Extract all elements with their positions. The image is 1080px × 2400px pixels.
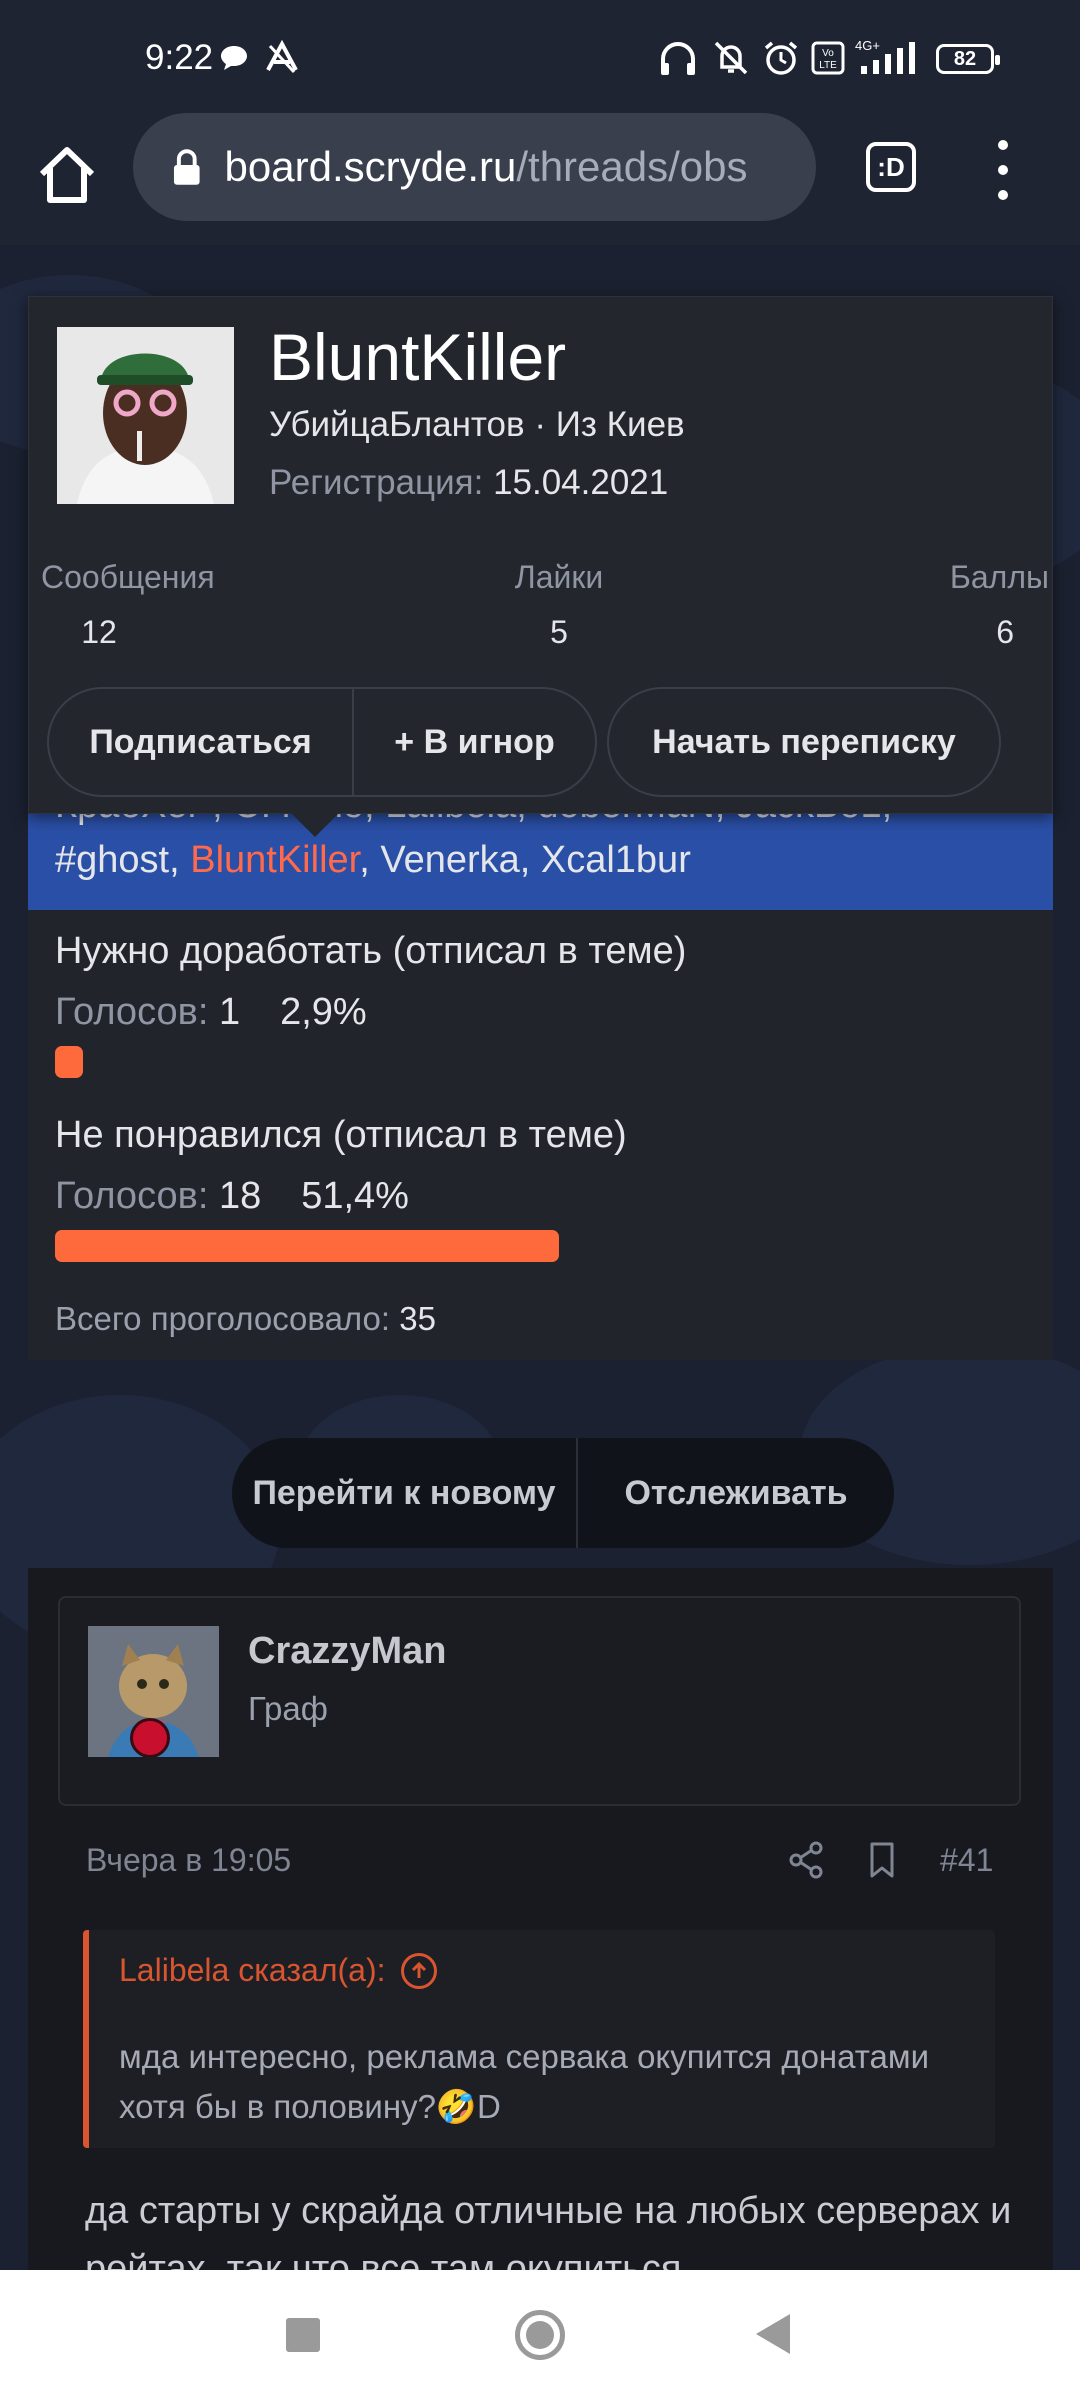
follow-ignore-group: Подписаться + В игнор <box>47 687 597 797</box>
votes-label: Голосов: <box>55 991 209 1033</box>
recents-button[interactable] <box>286 2318 320 2352</box>
thread-actions: Перейти к новому Отслеживать <box>232 1438 894 1548</box>
poll-option-votes: Голосов: 1 2,9% <box>55 991 1035 1034</box>
stat-likes[interactable]: Лайки 5 <box>499 559 619 651</box>
share-icon[interactable] <box>786 1840 826 1880</box>
tab-switcher-button[interactable]: :D <box>866 142 916 192</box>
voters-line: #ghost, BluntKiller, Venerka, Xcal1bur <box>55 839 691 882</box>
back-button[interactable] <box>756 2314 790 2354</box>
url-host: board.scryde.ru <box>224 143 517 190</box>
poll-option-label: Нужно доработать (отписал в теме) <box>55 930 687 972</box>
voters-suffix[interactable]: , Venerka, Xcal1bur <box>359 839 691 881</box>
chat-bubble-icon <box>218 38 250 78</box>
post-user-block: CrazzyMan Граф <box>58 1596 1021 1806</box>
lock-icon <box>173 149 200 185</box>
poll-option-bar <box>55 1230 559 1262</box>
arrow-up-circle-icon[interactable] <box>401 1952 438 1989</box>
svg-text:Vo: Vo <box>822 48 834 59</box>
go-to-new-button[interactable]: Перейти к новому <box>232 1438 578 1548</box>
online-badge <box>130 1718 170 1757</box>
profile-name[interactable]: BluntKiller <box>269 319 566 395</box>
post-avatar[interactable] <box>88 1626 219 1757</box>
registration-label: Регистрация: <box>269 463 484 502</box>
battery-indicator: 82 <box>936 44 1000 74</box>
browser-toolbar: board.scryde.ru/threads/obs :D <box>0 110 1080 245</box>
profile-registration: Регистрация: 15.04.2021 <box>269 463 668 503</box>
quote-author-label: Lalibela сказал(а): <box>119 1952 386 1988</box>
quote-text: мда интересно, реклама сервака окупится … <box>119 2038 929 2125</box>
bookmark-icon[interactable] <box>862 1840 902 1880</box>
network-type-label: 4G+ <box>855 38 880 53</box>
url-path: /threads/obs <box>516 143 748 190</box>
home-button[interactable] <box>32 140 102 210</box>
more-menu-icon[interactable] <box>985 140 1021 200</box>
home-icon <box>39 147 95 203</box>
poll-option-label: Не понравился (отписал в теме) <box>55 1114 627 1156</box>
post: CrazzyMan Граф Вчера в 19:05 #41 Lalibel… <box>28 1568 1053 2290</box>
post-number[interactable]: #41 <box>940 1842 993 1879</box>
post-date[interactable]: Вчера в 19:05 <box>86 1842 291 1879</box>
votes-count: 18 <box>218 1175 262 1217</box>
stat-label: Баллы <box>949 559 1049 595</box>
url-text: board.scryde.ru/threads/obs <box>225 143 816 191</box>
poll-voters-list: КрабХег , CI natio, Lalibela, doberMaN, … <box>28 806 1053 910</box>
member-tooltip: BluntKiller УбийцаБлантов · Из Киев Реги… <box>28 296 1053 837</box>
app-notification-icon <box>262 38 302 78</box>
home-nav-button[interactable] <box>515 2310 565 2360</box>
stat-value: 5 <box>550 614 568 650</box>
profile-title: УбийцаБлантов · Из Киев <box>269 405 685 444</box>
stat-messages[interactable]: Сообщения 12 <box>41 559 215 651</box>
signal-icon: 4G+ <box>852 38 924 78</box>
stat-value: 12 <box>81 614 117 650</box>
svg-text:LTE: LTE <box>819 60 837 71</box>
subscribe-button[interactable]: Подписаться <box>49 689 354 795</box>
alarm-icon <box>760 38 802 78</box>
registration-date: 15.04.2021 <box>493 463 669 502</box>
url-bar[interactable]: board.scryde.ru/threads/obs <box>133 113 816 221</box>
volte-icon: Vo LTE <box>808 38 848 78</box>
bell-muted-icon <box>710 38 752 78</box>
quote-author[interactable]: Lalibela сказал(а): <box>119 1952 438 1989</box>
stat-points[interactable]: Баллы 6 <box>914 559 1049 651</box>
poll-total-label: Всего проголосовало: <box>55 1300 391 1337</box>
poll-total-value: 35 <box>399 1300 436 1337</box>
poll-option: Нужно доработать (отписал в теме) Голосо… <box>55 930 1035 1078</box>
status-bar: 9:22 Vo LTE 4G+ 82 <box>0 0 1080 110</box>
poll-total: Всего проголосовало: 35 <box>55 1300 436 1338</box>
poll-option: Не понравился (отписал в теме) Голосов: … <box>55 1114 1035 1262</box>
headphones-icon <box>656 38 700 78</box>
stat-value: 6 <box>996 614 1014 650</box>
start-conversation-button[interactable]: Начать переписку <box>607 687 1001 797</box>
stat-label: Лайки <box>514 559 604 595</box>
votes-percent: 2,9% <box>280 991 367 1033</box>
status-time: 9:22 <box>145 38 214 77</box>
votes-label: Голосов: <box>55 1175 209 1217</box>
watch-button[interactable]: Отслеживать <box>578 1438 894 1548</box>
votes-count: 1 <box>218 991 241 1033</box>
voters-prefix[interactable]: #ghost, <box>55 839 190 881</box>
votes-percent: 51,4% <box>301 1175 409 1217</box>
ignore-button[interactable]: + В игнор <box>354 689 595 795</box>
poll-option-votes: Голосов: 18 51,4% <box>55 1175 1035 1218</box>
avatar <box>57 327 234 504</box>
post-user-title: Граф <box>248 1690 328 1727</box>
stat-label: Сообщения <box>41 559 215 595</box>
poll-option-bar <box>55 1046 83 1078</box>
post-username[interactable]: CrazzyMan <box>248 1630 447 1673</box>
quote-block: Lalibela сказал(а): мда интересно, рекла… <box>83 1930 995 2148</box>
system-nav-bar <box>0 2270 1080 2400</box>
voter-bluntkiller-link[interactable]: BluntKiller <box>190 839 359 881</box>
profile-avatar[interactable] <box>57 327 234 504</box>
